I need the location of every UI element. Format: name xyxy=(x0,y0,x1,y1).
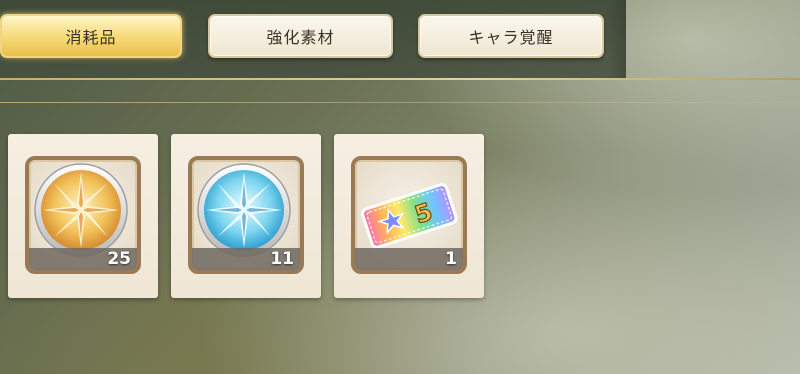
item-frame: 25 xyxy=(25,156,141,274)
item-frame: 11 xyxy=(188,156,304,274)
item-count-bar: 1 xyxy=(355,248,463,270)
item-card-blue-medal[interactable]: 11 xyxy=(171,134,321,298)
content-divider xyxy=(0,102,800,103)
item-count: 25 xyxy=(107,249,131,269)
tab-character-awakening[interactable]: キャラ覚醒 xyxy=(418,14,604,58)
item-count: 1 xyxy=(445,249,457,269)
item-count-bar: 11 xyxy=(192,248,300,270)
item-count-bar: 25 xyxy=(29,248,137,270)
item-count: 11 xyxy=(270,249,294,269)
item-card-gold-medal[interactable]: 25 xyxy=(8,134,158,298)
tab-label: 強化素材 xyxy=(266,28,335,47)
tab-bar-divider xyxy=(0,78,800,80)
item-frame: 5 1 xyxy=(351,156,467,274)
tab-enhancement-materials[interactable]: 強化素材 xyxy=(208,14,393,58)
tab-consumables[interactable]: 消耗品 xyxy=(0,14,182,58)
item-card-star5-ticket[interactable]: 5 1 xyxy=(334,134,484,298)
tab-label: 消耗品 xyxy=(65,28,117,47)
tab-label: キャラ覚醒 xyxy=(468,28,554,47)
